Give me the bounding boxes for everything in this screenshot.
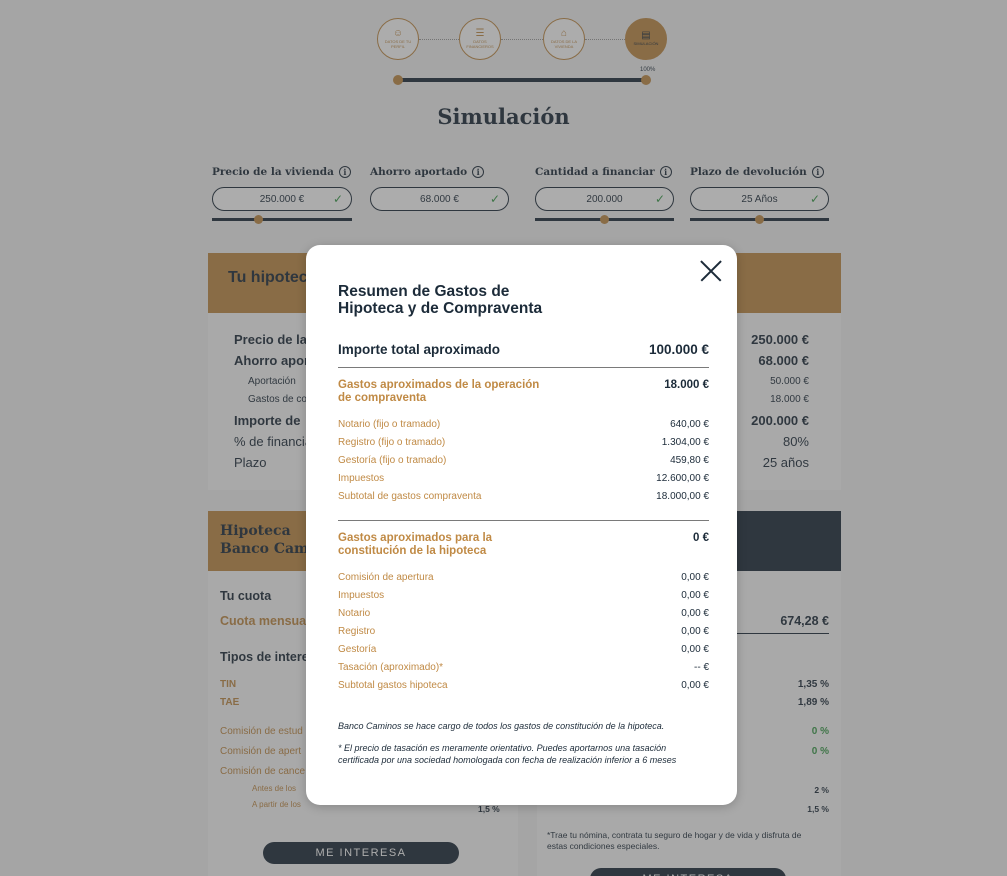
list-item: Gestoría (fijo o tramado) 459,80 €	[338, 455, 709, 466]
simulation-page: ☺ DATOS DE TU PERFIL ☰ DATOS FINANCIEROS…	[0, 0, 1007, 876]
divider	[338, 367, 709, 368]
modal-title: Resumen de Gastos de Hipoteca y de Compr…	[338, 283, 543, 317]
list-item: Impuestos 12.600,00 €	[338, 473, 709, 484]
list-item: Subtotal gastos hipoteca 0,00 €	[338, 680, 709, 691]
list-item: Impuestos 0,00 €	[338, 590, 709, 601]
close-icon[interactable]	[699, 259, 723, 283]
list-item: Registro 0,00 €	[338, 626, 709, 637]
list-item: Notario (fijo o tramado) 640,00 €	[338, 419, 709, 430]
list-item: Gestoría 0,00 €	[338, 644, 709, 655]
list-item: Comisión de apertura 0,00 €	[338, 572, 709, 583]
modal-note: Banco Caminos se hace cargo de todos los…	[338, 721, 665, 731]
list-item: Subtotal de gastos compraventa 18.000,00 …	[338, 491, 709, 502]
modal-footnote: * El precio de tasación es meramente ori…	[338, 743, 677, 765]
divider	[338, 520, 709, 521]
expenses-summary-modal: Resumen de Gastos de Hipoteca y de Compr…	[306, 245, 737, 805]
section-compraventa: Gastos aproximados de la operación de co…	[338, 379, 709, 404]
list-item: Registro (fijo o tramado) 1.304,00 €	[338, 437, 709, 448]
total-row: Importe total aproximado 100.000 €	[338, 342, 709, 357]
list-item: Tasación (aproximado)* -- €	[338, 662, 709, 673]
section-hipoteca: Gastos aproximados para la constitución …	[338, 532, 709, 557]
list-item: Notario 0,00 €	[338, 608, 709, 619]
